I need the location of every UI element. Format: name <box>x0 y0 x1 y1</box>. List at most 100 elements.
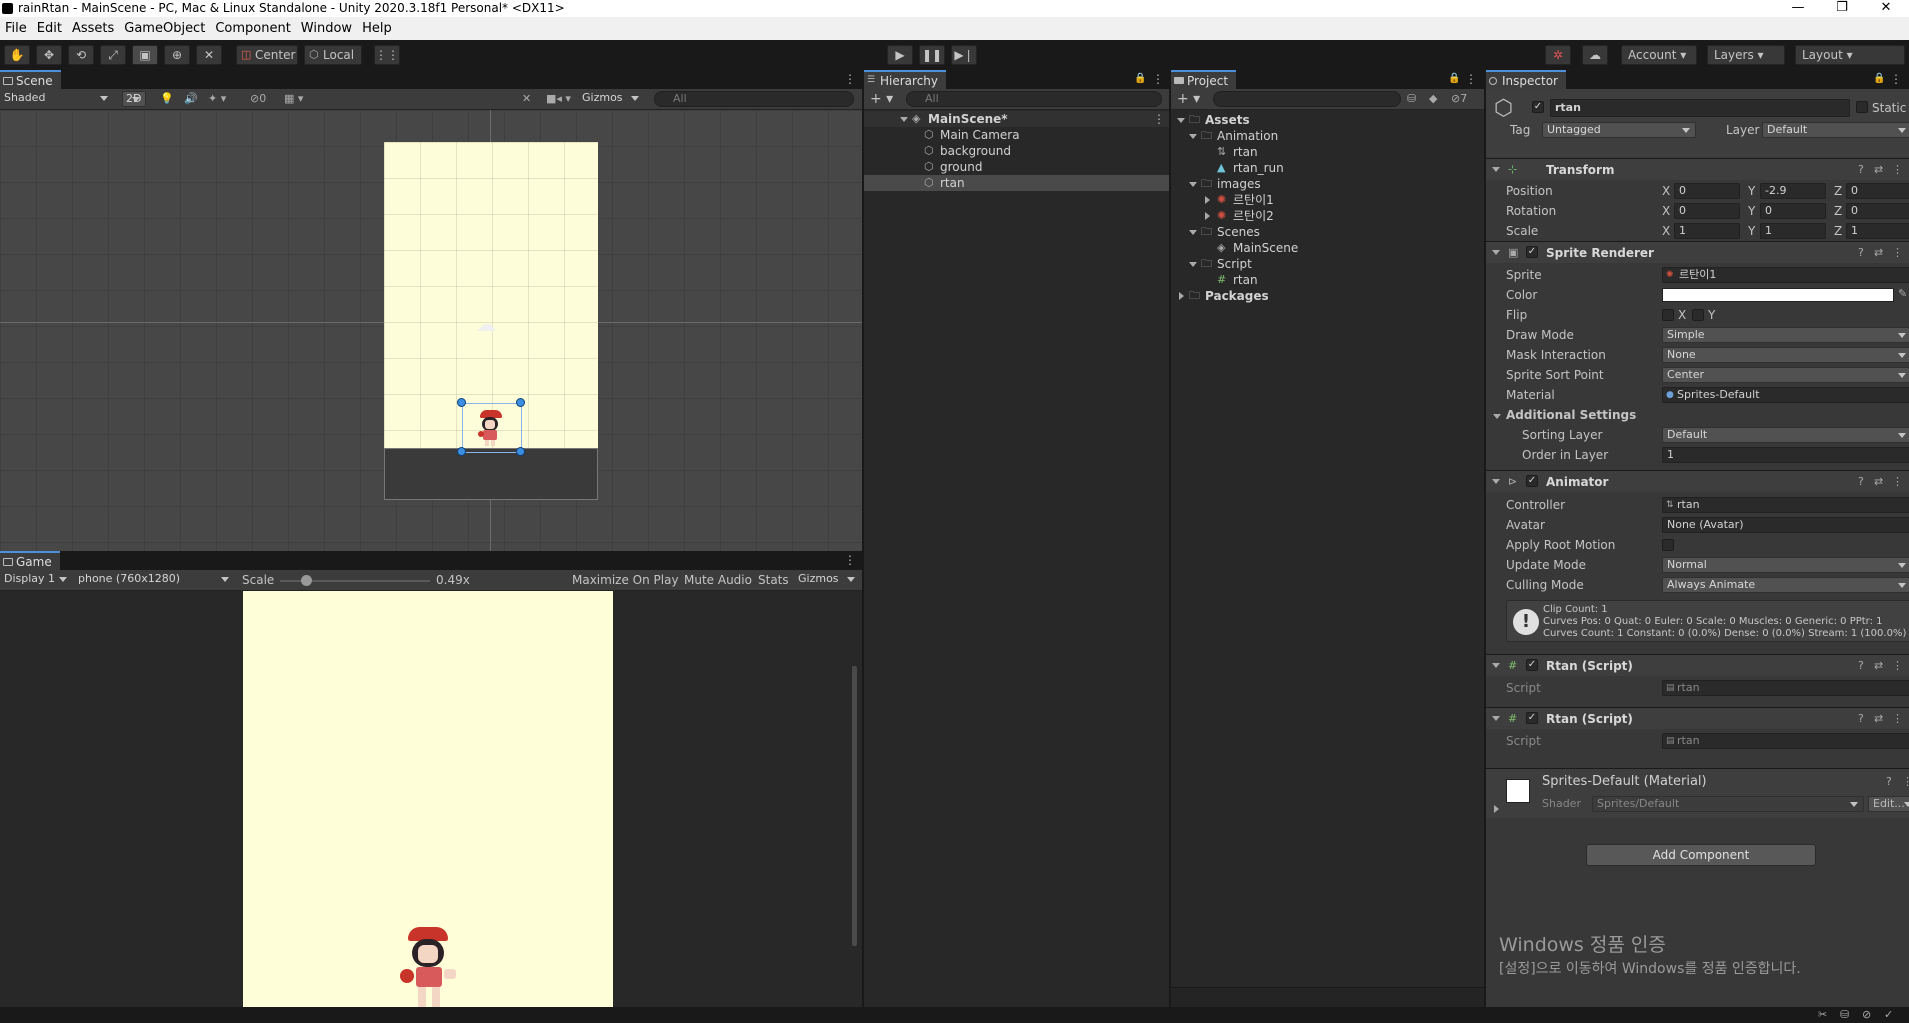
expand-arrow-icon[interactable] <box>1177 118 1185 123</box>
hierarchy-search-input[interactable]: All <box>906 91 1162 107</box>
scene-gizmos-dropdown[interactable]: Gizmos <box>578 91 644 107</box>
project-asset-rtan-run[interactable]: ▲ rtan_run <box>1171 160 1484 176</box>
hidden-packages-icon[interactable]: ⊘7 <box>1451 92 1467 106</box>
material-field[interactable]: ● Sprites-Default <box>1662 387 1909 403</box>
sorting-layer-dropdown[interactable]: Default <box>1662 427 1909 443</box>
transform-header[interactable]: ⊹ Transform ? ⇄ ⋮ <box>1486 158 1909 180</box>
sprite-field[interactable]: ✺ 르탄이1 <box>1662 267 1909 283</box>
layer-dropdown[interactable]: Default <box>1762 122 1909 138</box>
color-swatch[interactable] <box>1662 288 1894 302</box>
expand-arrow-icon[interactable] <box>1492 167 1500 172</box>
scene-row-menu-icon[interactable]: ⋮ <box>1153 111 1165 127</box>
help-icon[interactable]: ? <box>1858 246 1864 260</box>
component-menu-icon[interactable]: ⋮ <box>1892 712 1903 726</box>
controller-field[interactable]: ⇅ rtan <box>1662 497 1909 513</box>
rect-handle-tr[interactable] <box>516 398 525 407</box>
audio-icon[interactable]: 🔊 <box>184 92 198 106</box>
menu-file[interactable]: File <box>0 17 32 40</box>
collapse-arrow-icon[interactable] <box>1205 196 1210 204</box>
tag-dropdown[interactable]: Untagged <box>1542 122 1696 138</box>
apply-root-motion-checkbox[interactable] <box>1662 539 1674 551</box>
scene-menu-icon[interactable]: ⋮ <box>844 72 856 86</box>
position-y-input[interactable]: -2.9 <box>1760 183 1826 199</box>
stats-toggle[interactable]: Stats <box>758 571 789 589</box>
expand-arrow-icon[interactable] <box>1189 134 1197 139</box>
preset-icon[interactable]: ⇄ <box>1874 246 1883 260</box>
static-checkbox[interactable] <box>1856 101 1868 113</box>
scene-ground-sprite[interactable] <box>384 448 598 500</box>
project-folder-script[interactable]: 🗀 Script <box>1171 256 1484 272</box>
project-folder-scenes[interactable]: 🗀 Scenes <box>1171 224 1484 240</box>
tab-hierarchy[interactable]: ☰ Hierarchy <box>864 70 947 89</box>
step-button[interactable]: ▶❘ <box>951 45 977 65</box>
script2-enabled-checkbox[interactable]: ✓ <box>1526 712 1538 724</box>
draw-mode-dropdown[interactable]: Simple <box>1662 327 1909 343</box>
game-gizmos-dropdown[interactable]: Gizmos <box>794 572 860 588</box>
shader-edit-button[interactable]: Edit... <box>1868 796 1909 812</box>
update-mode-dropdown[interactable]: Normal <box>1662 557 1909 573</box>
component-menu-icon[interactable]: ⋮ <box>1892 475 1903 489</box>
rotation-y-input[interactable]: 0 <box>1760 203 1826 219</box>
scale-z-input[interactable]: 1 <box>1846 223 1909 239</box>
inspector-lock-icon[interactable]: 🔒 <box>1873 72 1885 86</box>
scale-slider-thumb[interactable] <box>301 575 312 586</box>
hierarchy-scene-row[interactable]: ◈ MainScene* ⋮ <box>864 111 1169 127</box>
display-dropdown[interactable]: Display 1 <box>0 572 72 588</box>
component-menu-icon[interactable]: ⋮ <box>1902 775 1909 789</box>
position-x-input[interactable]: 0 <box>1674 183 1740 199</box>
menu-component[interactable]: Component <box>210 17 295 40</box>
project-folder-packages[interactable]: 🗀 Packages <box>1171 288 1484 304</box>
collapse-arrow-icon[interactable] <box>1494 805 1499 813</box>
expand-arrow-icon[interactable] <box>1492 716 1500 721</box>
rect-handle-br[interactable] <box>516 447 525 456</box>
expand-arrow-icon[interactable] <box>1493 414 1501 419</box>
project-asset-rtan2[interactable]: ✺ 르탄이2 <box>1171 208 1484 224</box>
grid-icon[interactable]: ▦ ▾ <box>284 92 303 106</box>
resolution-dropdown[interactable]: phone (760x1280) <box>74 572 234 588</box>
transform-tool-icon[interactable]: ⊕ <box>164 45 190 65</box>
project-menu-icon[interactable]: ⋮ <box>1465 72 1477 86</box>
project-asset-rtan-controller[interactable]: ⇅ rtan <box>1171 144 1484 160</box>
expand-arrow-icon[interactable] <box>1189 182 1197 187</box>
help-icon[interactable]: ? <box>1858 475 1864 489</box>
custom-tool-icon[interactable]: ✕ <box>196 45 222 65</box>
tab-inspector[interactable]: Inspector <box>1486 70 1566 89</box>
close-button[interactable]: ✕ <box>1864 0 1908 17</box>
scale-x-input[interactable]: 1 <box>1674 223 1740 239</box>
status-icon-4[interactable]: ✓ <box>1884 1008 1893 1022</box>
rtan-script-header-2[interactable]: # ✓ Rtan (Script) ? ⇄ ⋮ <box>1486 707 1909 729</box>
collapse-arrow-icon[interactable] <box>1179 292 1184 300</box>
preset-icon[interactable]: ⇄ <box>1874 659 1883 673</box>
sprite-renderer-enabled-checkbox[interactable]: ✓ <box>1526 246 1538 258</box>
rtan-script-header-1[interactable]: # ✓ Rtan (Script) ? ⇄ ⋮ <box>1486 654 1909 676</box>
position-z-input[interactable]: 0 <box>1846 183 1909 199</box>
collab-icon[interactable]: ✲ <box>1545 45 1571 65</box>
menu-help[interactable]: Help <box>357 17 397 40</box>
hierarchy-item-rtan[interactable]: ⬡ rtan <box>864 175 1169 191</box>
hierarchy-item-ground[interactable]: ⬡ ground <box>864 159 1169 175</box>
preset-icon[interactable]: ⇄ <box>1874 475 1883 489</box>
component-menu-icon[interactable]: ⋮ <box>1892 246 1903 260</box>
flip-x-checkbox[interactable] <box>1662 309 1674 321</box>
object-name-input[interactable]: rtan <box>1550 99 1850 117</box>
game-scrollbar[interactable] <box>852 666 857 946</box>
scale-tool-icon[interactable]: ⤢ <box>100 45 126 65</box>
help-icon[interactable]: ? <box>1858 659 1864 673</box>
preset-icon[interactable]: ⇄ <box>1874 712 1883 726</box>
game-menu-icon[interactable]: ⋮ <box>844 553 856 567</box>
game-viewport[interactable] <box>0 591 862 1007</box>
tab-scene[interactable]: Scene <box>0 70 61 89</box>
hierarchy-item-background[interactable]: ⬡ background <box>864 143 1169 159</box>
2d-toggle[interactable]: 2D <box>122 91 146 107</box>
minimize-button[interactable]: — <box>1776 0 1820 17</box>
shader-dropdown[interactable]: Sprites/Default <box>1592 796 1864 812</box>
camera-icon[interactable]: ■◂ ▾ <box>546 92 571 106</box>
rect-handle-tl[interactable] <box>457 398 466 407</box>
move-tool-icon[interactable]: ✥ <box>36 45 62 65</box>
hierarchy-add-button[interactable]: + ▾ <box>870 90 893 108</box>
project-folder-assets[interactable]: 🗀 Assets <box>1171 112 1484 128</box>
filter-type-icon[interactable]: ⛁ <box>1407 92 1416 106</box>
scale-y-input[interactable]: 1 <box>1760 223 1826 239</box>
cloud-icon[interactable]: ☁ <box>1582 45 1608 65</box>
component-menu-icon[interactable]: ⋮ <box>1892 659 1903 673</box>
